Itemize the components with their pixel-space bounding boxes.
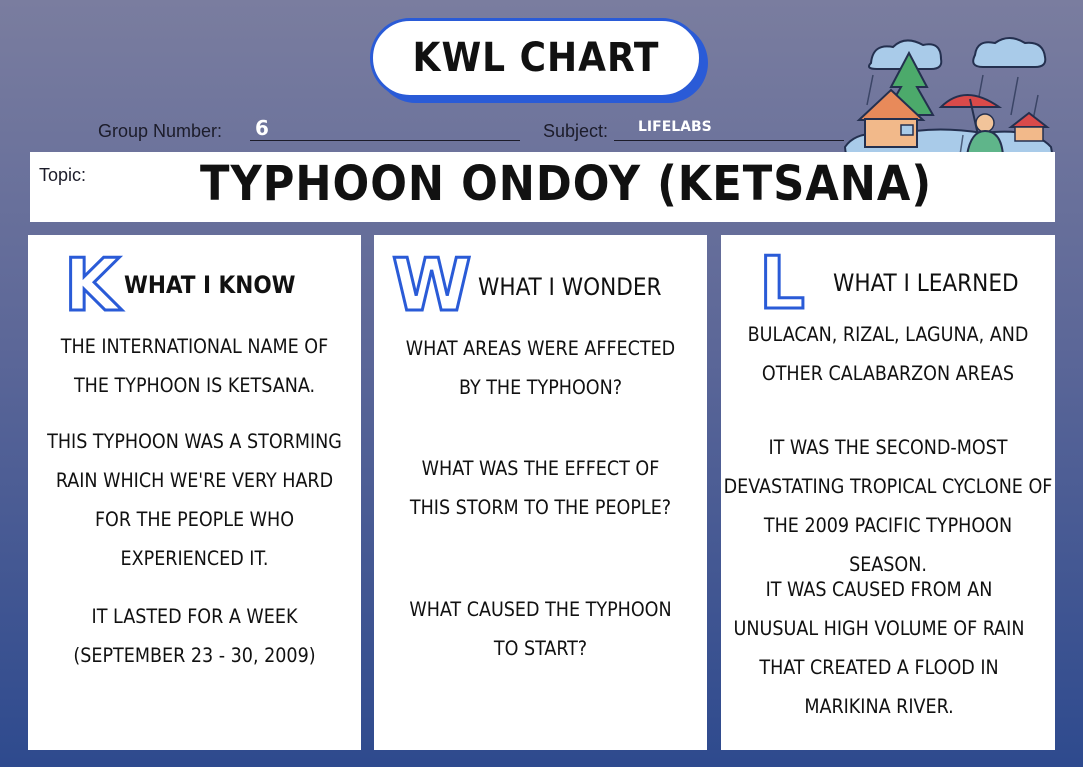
learned-entry: IT WAS CAUSED FROM AN UNUSUAL HIGH VOLUM… [733,578,1025,718]
wonder-entry: WHAT WAS THE EFFECT OF THIS STORM TO THE… [409,457,672,519]
l-letter-icon: L [758,241,807,325]
wonder-entry: WHAT AREAS WERE AFFECTED BY THE TYPHOON? [405,337,676,399]
subject-label: Subject: [543,121,609,141]
learned-entry: IT WAS THE SECOND-MOST DEVASTATING TROPI… [723,436,1053,576]
learned-entry: BULACAN, RIZAL, LAGUNA, AND OTHER CALABA… [747,323,1029,385]
learned-heading: WHAT I LEARNED [833,269,1019,297]
know-heading: WHAT I KNOW [124,271,296,299]
group-number-underline [250,140,520,141]
know-column: K WHAT I KNOW THE INTERNATIONAL NAME OF … [28,235,361,750]
topic-bar: Topic: TYPHOON ONDOY (KETSANA) [30,152,1055,222]
chart-title: KWL CHART [412,35,660,81]
group-number-value: 6 [255,116,269,140]
w-letter-icon: W [390,243,472,327]
wonder-column: W WHAT I WONDER WHAT AREAS WERE AFFECTED… [374,235,707,750]
subject-underline [614,140,844,141]
know-entry: THIS TYPHOON WAS A STORMING RAIN WHICH W… [47,430,342,570]
learned-column: L WHAT I LEARNED BULACAN, RIZAL, LAGUNA,… [721,235,1055,750]
topic-label: Topic: [39,165,87,185]
group-number-label: Group Number: [98,121,223,141]
subject-value: LIFELABS [638,119,712,135]
know-entry: THE INTERNATIONAL NAME OF THE TYPHOON IS… [60,335,329,397]
wonder-entry: WHAT CAUSED THE TYPHOON TO START? [409,598,672,660]
topic-title: TYPHOON ONDOY (KETSANA) [200,156,933,212]
chart-title-banner: KWL CHART [370,18,702,98]
k-letter-icon: K [63,243,122,327]
wonder-heading: WHAT I WONDER [478,273,662,301]
know-entry: IT LASTED FOR A WEEK (SEPTEMBER 23 - 30,… [73,605,316,667]
